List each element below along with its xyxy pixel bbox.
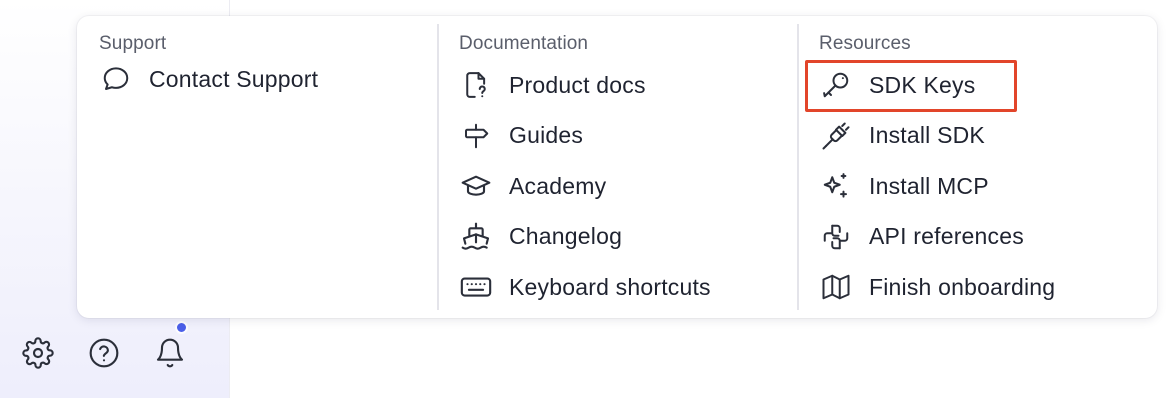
ship-icon xyxy=(459,220,493,254)
document-question-icon xyxy=(459,68,493,102)
menu-item-label: Academy xyxy=(509,172,607,199)
help-menu-popover: Support Contact Support Documentation Pr… xyxy=(77,16,1157,318)
menu-item-finish-onboarding[interactable]: Finish onboarding xyxy=(819,262,1157,313)
chat-bubble-icon xyxy=(99,62,133,96)
menu-item-label: Product docs xyxy=(509,71,646,98)
menu-item-label: Finish onboarding xyxy=(869,273,1056,300)
menu-item-install-sdk[interactable]: Install SDK xyxy=(819,111,1157,162)
settings-button[interactable] xyxy=(18,333,58,373)
menu-item-guides[interactable]: Guides xyxy=(459,111,797,162)
menu-item-changelog[interactable]: Changelog xyxy=(459,212,797,263)
plug-icon xyxy=(819,119,853,153)
documentation-title: Documentation xyxy=(459,33,589,54)
support-column: Support Contact Support xyxy=(77,16,437,318)
gear-icon xyxy=(22,337,54,369)
webhook-icon xyxy=(819,220,853,254)
menu-item-label: Keyboard shortcuts xyxy=(509,273,711,300)
sparkles-icon xyxy=(819,169,853,203)
menu-item-label: Contact Support xyxy=(149,65,319,92)
menu-item-keyboard-shortcuts[interactable]: Keyboard shortcuts xyxy=(459,262,797,313)
graduation-cap-icon xyxy=(459,169,493,203)
support-title: Support xyxy=(99,33,167,54)
menu-item-label: Guides xyxy=(509,122,584,149)
notifications-button[interactable] xyxy=(150,321,190,373)
help-circle-icon xyxy=(88,337,120,369)
help-button[interactable] xyxy=(84,333,124,373)
menu-item-label: Install SDK xyxy=(869,122,985,149)
bell-icon xyxy=(154,337,186,369)
menu-item-install-mcp[interactable]: Install MCP xyxy=(819,161,1157,212)
menu-item-label: SDK Keys xyxy=(869,71,976,98)
keyboard-icon xyxy=(459,270,493,304)
resources-column: Resources SDK Keys Install SDK Install M… xyxy=(797,16,1157,318)
menu-item-api-references[interactable]: API references xyxy=(819,212,1157,263)
map-icon xyxy=(819,270,853,304)
menu-item-label: Changelog xyxy=(509,223,623,250)
menu-item-contact-support[interactable]: Contact Support xyxy=(99,60,437,98)
menu-item-academy[interactable]: Academy xyxy=(459,161,797,212)
resources-title: Resources xyxy=(819,33,911,54)
menu-item-product-docs[interactable]: Product docs xyxy=(459,60,797,111)
documentation-column: Documentation Product docs Guides Academ… xyxy=(437,16,797,318)
notification-dot xyxy=(175,321,188,334)
key-icon xyxy=(819,68,853,102)
sidebar-bottom-toolbar xyxy=(18,321,190,373)
menu-item-label: Install MCP xyxy=(869,172,989,199)
signpost-icon xyxy=(459,119,493,153)
menu-item-label: API references xyxy=(869,223,1024,250)
menu-item-sdk-keys[interactable]: SDK Keys xyxy=(805,60,1157,112)
